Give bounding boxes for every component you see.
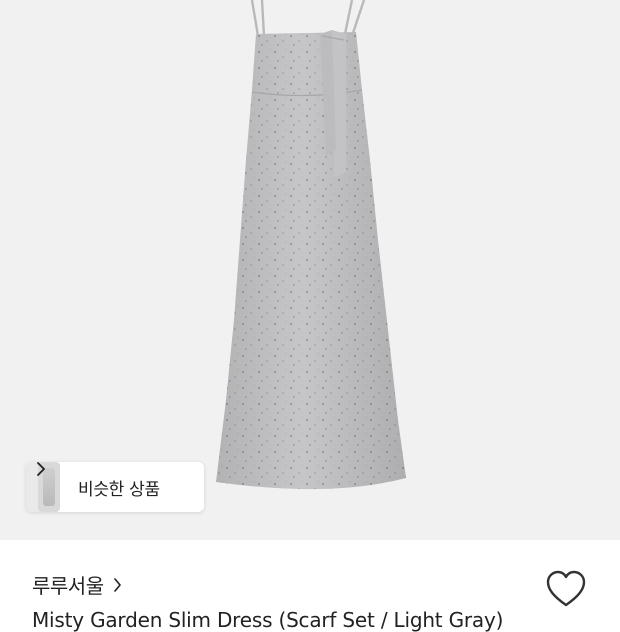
product-image[interactable]: 비슷한 상품 bbox=[0, 0, 620, 540]
product-info: 루루서울 Misty Garden Slim Dress (Scarf Set … bbox=[0, 540, 620, 632]
chevron-right-icon bbox=[37, 462, 45, 476]
dress-illustration bbox=[216, 0, 406, 490]
similar-products-button[interactable]: 비슷한 상품 bbox=[26, 462, 204, 512]
brand-link[interactable]: 루루서울 bbox=[32, 570, 122, 599]
chevron-right-icon bbox=[113, 577, 121, 592]
heart-icon[interactable] bbox=[545, 569, 587, 609]
similar-products-label: 비슷한 상품 bbox=[78, 479, 160, 500]
product-title: Misty Garden Slim Dress (Scarf Set / Lig… bbox=[32, 608, 504, 632]
brand-name: 루루서울 bbox=[32, 574, 104, 598]
